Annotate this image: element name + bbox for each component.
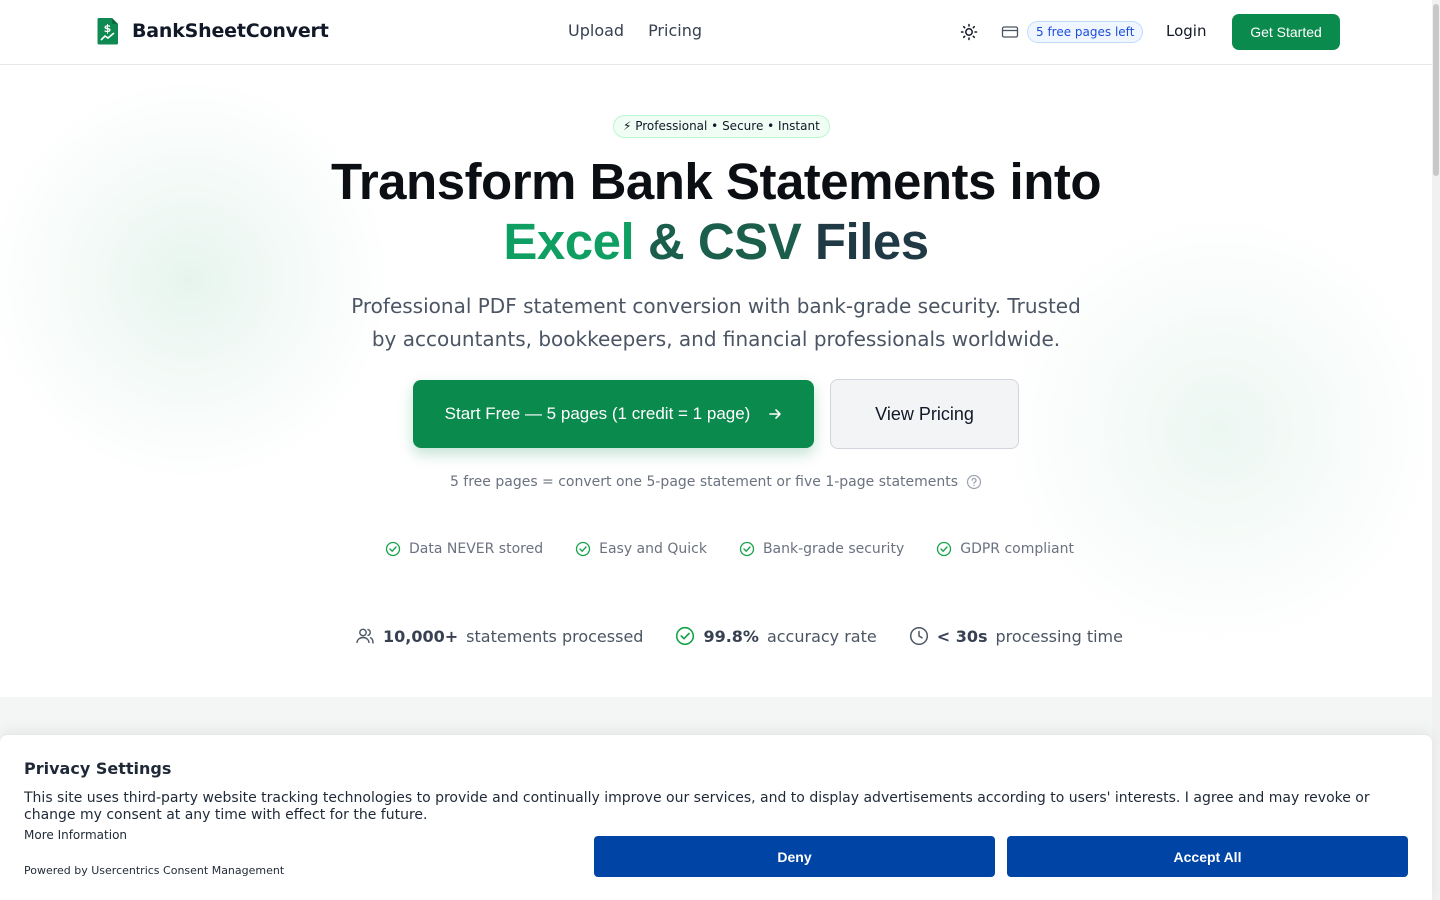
check-circle-icon <box>385 541 401 557</box>
stat-processing-time: < 30s processing time <box>909 626 1123 646</box>
stat-label: statements processed <box>466 626 644 646</box>
stat-value: 99.8% <box>703 626 759 646</box>
start-free-button[interactable]: Start Free — 5 pages (1 credit = 1 page) <box>413 380 814 448</box>
brand[interactable]: $ BankSheetConvert <box>96 17 329 45</box>
site-header: $ BankSheetConvert Upload Pricing 5 free… <box>0 0 1432 65</box>
feature-label: Easy and Quick <box>599 541 707 557</box>
scrollbar-thumb[interactable] <box>1433 4 1439 176</box>
hero-title-line2: Excel & CSV Files <box>0 212 1432 271</box>
stat-value: 10,000+ <box>383 626 459 646</box>
clock-icon <box>909 626 928 646</box>
get-started-button[interactable]: Get Started <box>1232 14 1340 50</box>
stat-value: < 30s <box>936 626 988 646</box>
consent-text: This site uses third-party website track… <box>24 790 1370 823</box>
feature-item: Data NEVER stored <box>385 541 543 557</box>
feature-label: GDPR compliant <box>960 541 1074 557</box>
brand-name: BankSheetConvert <box>132 20 329 42</box>
users-icon <box>356 628 374 644</box>
feature-item: Bank-grade security <box>739 541 904 557</box>
deny-button[interactable]: Deny <box>594 836 995 877</box>
title-files: Files <box>801 213 929 270</box>
title-csv: CSV <box>684 213 802 270</box>
background-glow-right <box>1000 210 1432 650</box>
stat-label: accuracy rate <box>766 626 877 646</box>
credit-card-icon <box>1001 26 1019 38</box>
stat-statements: 10,000+ statements processed <box>355 626 643 646</box>
accept-all-button[interactable]: Accept All <box>1007 836 1408 877</box>
hero-title-line1: Transform Bank Statements into <box>331 153 1102 210</box>
nav-upload[interactable]: Upload <box>568 21 624 40</box>
check-circle-icon <box>575 541 591 557</box>
help-circle-icon[interactable] <box>966 474 982 490</box>
check-circle-icon <box>937 541 952 557</box>
document-dollar-icon: $ <box>97 18 118 45</box>
stat-accuracy: 99.8% accuracy rate <box>675 626 877 646</box>
stat-label: processing time <box>995 626 1123 646</box>
title-excel: Excel <box>503 213 635 270</box>
feature-item: GDPR compliant <box>936 541 1074 557</box>
background-glow-left <box>0 80 400 480</box>
feature-list: Data NEVER stored Easy and Quick Bank-gr… <box>385 541 1074 557</box>
sun-icon[interactable] <box>958 21 980 43</box>
free-pages-note-text: 5 free pages = convert one 5-page statem… <box>449 474 959 490</box>
consent-powered-by: Powered by Usercentrics Consent Manageme… <box>24 864 285 877</box>
credits-badge: 5 free pages left <box>1027 21 1144 43</box>
free-pages-note: 5 free pages = convert one 5-page statem… <box>0 474 1432 490</box>
nav-pricing[interactable]: Pricing <box>648 21 702 40</box>
main-nav: Upload Pricing <box>568 21 702 40</box>
login-link[interactable]: Login <box>1166 22 1206 40</box>
start-free-label: Start Free — 5 pages (1 credit = 1 page) <box>444 404 751 423</box>
tagline-badge: ⚡ Professional • Secure • Instant <box>613 115 830 138</box>
consent-title: Privacy Settings <box>24 759 172 778</box>
svg-text:$: $ <box>104 22 112 35</box>
hero-subtitle: Professional PDF statement conversion wi… <box>351 294 1081 351</box>
feature-label: Data NEVER stored <box>409 541 544 557</box>
privacy-consent-banner: Privacy Settings This site uses third-pa… <box>0 734 1432 900</box>
more-information-link[interactable]: More Information <box>24 828 127 842</box>
view-pricing-button[interactable]: View Pricing <box>830 379 1019 449</box>
arrow-right-icon <box>769 409 782 419</box>
feature-item: Easy and Quick <box>575 541 707 557</box>
title-amp: & <box>634 213 685 270</box>
feature-label: Bank-grade security <box>762 541 905 557</box>
stats-row: 10,000+ statements processed 99.8% accur… <box>355 626 1123 646</box>
check-circle-icon <box>739 541 755 557</box>
check-circle-icon <box>676 626 695 646</box>
